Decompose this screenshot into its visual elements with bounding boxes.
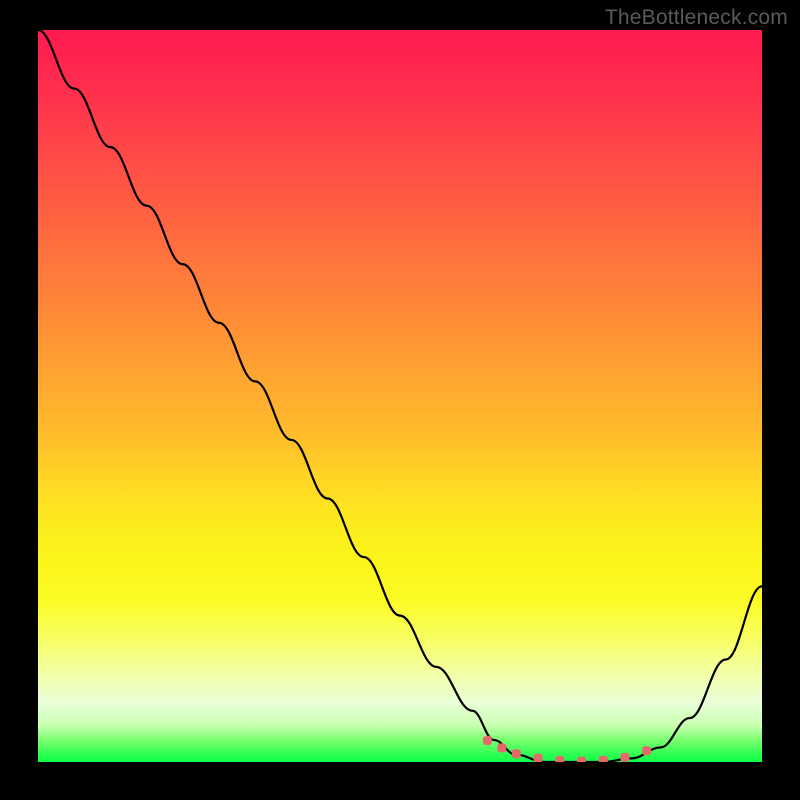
marker-dot (497, 743, 506, 752)
marker-dot (534, 754, 543, 762)
marker-dot (620, 753, 629, 762)
bottleneck-curve (38, 30, 762, 762)
curve-svg (38, 30, 762, 762)
marker-dot (483, 736, 492, 745)
marker-dot (642, 746, 651, 755)
marker-dot (512, 749, 521, 758)
marker-dot (555, 756, 564, 762)
marker-dot (599, 756, 608, 762)
plot-area (38, 30, 762, 762)
marker-dot (577, 757, 586, 762)
minimum-markers (483, 736, 651, 762)
watermark-text: TheBottleneck.com (605, 6, 788, 30)
